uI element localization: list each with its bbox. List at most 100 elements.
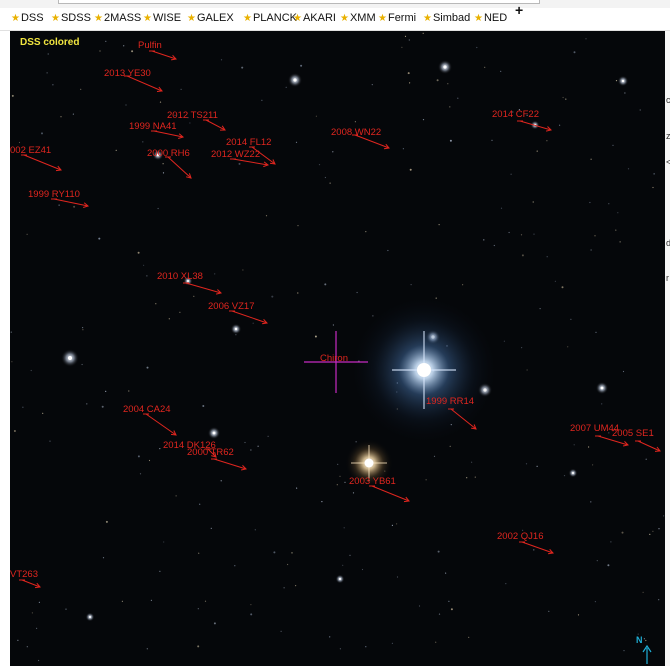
survey-button-dss[interactable]: ★DSS — [11, 12, 44, 24]
sky-canvas[interactable]: Chiron Pulfin 2013 YE30 2012 TS2111999 NA41… — [10, 31, 665, 666]
faint-star — [371, 84, 373, 86]
bright-star-core — [443, 65, 447, 69]
faint-star — [505, 583, 507, 585]
faint-star — [204, 600, 207, 602]
survey-button-2mass[interactable]: ★2MASS — [94, 12, 141, 24]
survey-button-label: AKARI — [302, 12, 336, 24]
faint-star — [315, 115, 317, 117]
survey-button-wise[interactable]: ★WISE — [143, 12, 181, 24]
object-label: 2008 WN22 — [331, 127, 381, 138]
faint-star — [639, 109, 641, 111]
survey-button-planck[interactable]: ★PLANCK — [243, 12, 297, 24]
faint-star — [42, 412, 44, 414]
star-icon: ★ — [378, 13, 387, 24]
faint-star — [608, 203, 610, 205]
faint-star — [329, 182, 331, 184]
faint-star — [18, 141, 21, 144]
faint-star — [220, 59, 223, 61]
faint-star — [457, 97, 459, 99]
window-top-strip — [0, 0, 670, 8]
faint-star — [11, 361, 13, 363]
faint-star — [137, 251, 140, 254]
object-label: 2014 FL12 — [226, 137, 271, 148]
faint-star — [291, 552, 293, 554]
faint-star — [408, 39, 410, 41]
faint-star — [295, 585, 297, 587]
faint-star — [148, 459, 151, 462]
faint-star — [242, 269, 244, 271]
faint-star — [450, 608, 453, 611]
survey-button-label: Simbad — [432, 12, 471, 24]
survey-button-ned[interactable]: ★NED — [474, 12, 507, 24]
faint-star — [409, 168, 412, 171]
faint-star — [438, 224, 440, 226]
faint-star — [622, 370, 625, 373]
faint-star — [645, 639, 647, 642]
survey-button-xmm[interactable]: ★XMM — [340, 12, 376, 24]
faint-star — [554, 280, 557, 282]
faint-star — [123, 45, 125, 47]
faint-star — [612, 144, 614, 146]
faint-star — [349, 554, 351, 556]
faint-star — [521, 347, 523, 349]
object-label: 2000 TR62 — [187, 447, 234, 458]
faint-star — [202, 405, 205, 407]
faint-star — [318, 164, 321, 166]
faint-star — [521, 254, 524, 257]
survey-button-sdss[interactable]: ★SDSS — [51, 12, 91, 24]
faint-star — [652, 186, 654, 189]
faint-star — [352, 492, 355, 494]
faint-star — [356, 291, 358, 294]
survey-button-akari[interactable]: ★AKARI — [293, 12, 336, 24]
faint-star — [343, 527, 345, 529]
faint-star — [22, 406, 24, 408]
faint-star — [422, 119, 425, 121]
faint-star — [355, 441, 357, 443]
faint-star — [436, 79, 439, 82]
faint-star — [80, 88, 82, 90]
object-label: 2012 TS211 — [167, 110, 218, 121]
faint-star — [280, 630, 282, 632]
add-survey-button[interactable]: + — [515, 2, 523, 18]
faint-star — [220, 480, 222, 482]
motion-arrow — [213, 458, 247, 470]
survey-button-label: XMM — [349, 12, 376, 24]
faint-star — [372, 315, 374, 317]
side-panel: c z < d r — [665, 31, 670, 666]
faint-star — [449, 106, 451, 108]
faint-star — [162, 172, 165, 174]
faint-star — [287, 563, 289, 566]
faint-star — [41, 132, 43, 135]
faint-star — [559, 124, 561, 126]
faint-star — [47, 53, 49, 55]
faint-star — [81, 363, 83, 366]
faint-star — [157, 207, 159, 210]
survey-button-label: SDSS — [60, 12, 91, 24]
star-icon: ★ — [293, 13, 302, 24]
motion-arrow — [185, 282, 222, 294]
faint-star — [101, 405, 104, 408]
address-box — [58, 0, 540, 4]
faint-star — [570, 318, 572, 320]
faint-star — [98, 237, 101, 240]
faint-star — [621, 531, 624, 534]
faint-star — [589, 201, 591, 204]
sky-viewer[interactable]: Chiron Pulfin 2013 YE30 2012 TS211 1999 NA41… — [10, 31, 665, 666]
faint-star — [546, 256, 548, 258]
faint-star — [197, 645, 200, 648]
faint-star — [391, 524, 393, 526]
faint-star — [26, 646, 28, 648]
faint-star — [615, 229, 617, 231]
star-core — [364, 458, 374, 468]
motion-arrow — [167, 156, 192, 179]
faint-star — [585, 38, 587, 40]
faint-star — [261, 99, 263, 101]
survey-button-simbad[interactable]: ★Simbad — [423, 12, 470, 24]
survey-button-fermi[interactable]: ★Fermi — [378, 12, 416, 24]
survey-button-galex[interactable]: ★GALEX — [187, 12, 234, 24]
faint-star — [536, 465, 538, 467]
faint-star — [500, 207, 503, 209]
star-icon: ★ — [340, 13, 349, 24]
faint-star — [175, 495, 177, 497]
faint-star — [250, 449, 252, 451]
